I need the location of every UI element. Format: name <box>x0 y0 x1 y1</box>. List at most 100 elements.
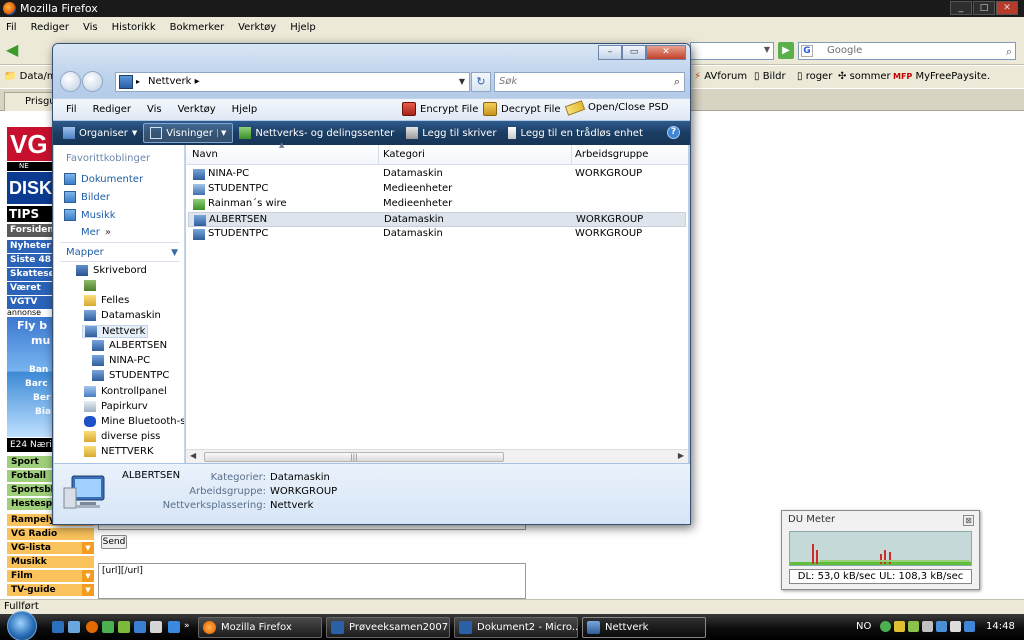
overflow-icon[interactable]: » <box>184 621 196 633</box>
path-chevron-icon[interactable]: ▸ <box>136 73 140 91</box>
back-arrow-icon[interactable]: ◀ <box>6 42 22 58</box>
tree-item[interactable]: Kontrollpanel <box>84 386 167 397</box>
forward-button[interactable] <box>82 71 103 92</box>
menu-file[interactable]: Fil <box>6 22 17 33</box>
search-icon[interactable]: ⌕ <box>1006 44 1012 60</box>
go-button[interactable]: ▶ <box>778 42 794 59</box>
favorite-music[interactable]: Musikk <box>64 209 116 221</box>
menu-tools[interactable]: Verktøy <box>170 104 224 115</box>
e24-link[interactable]: E24 Næring <box>7 438 54 452</box>
horizontal-scrollbar[interactable]: ◀ ||| ▶ <box>186 449 688 463</box>
service-link[interactable]: VG Radio <box>7 528 94 541</box>
menu-history[interactable]: Historikk <box>112 22 156 33</box>
network-center-button[interactable]: Nettverks- og delingssenter <box>233 123 400 143</box>
tree-item[interactable]: diverse piss <box>84 431 160 442</box>
maximize-button[interactable]: ▭ <box>622 45 646 60</box>
tray-icon[interactable] <box>922 621 933 632</box>
list-item[interactable]: NINA-PC Datamaskin WORKGROUP <box>188 167 686 182</box>
bookmark-item[interactable]: ▯ roger <box>797 71 832 82</box>
du-meter-widget[interactable]: DU Meter ⊠ DL: 53,0 kB/sec UL: 108,3 kB/… <box>781 510 980 590</box>
favorite-pictures[interactable]: Bilder <box>64 191 110 203</box>
add-wireless-button[interactable]: Legg til en trådløs enhet <box>502 123 648 143</box>
menu-view[interactable]: Vis <box>139 104 170 115</box>
menu-view[interactable]: Vis <box>83 22 98 33</box>
bookmark-item[interactable]: ✣ sommer <box>838 71 891 82</box>
nav-link[interactable]: Nyheter <box>7 240 54 253</box>
app-icon[interactable] <box>150 621 162 633</box>
service-link[interactable]: TV-guide ▼ <box>7 584 94 597</box>
chevron-down-icon[interactable]: ▼ <box>171 248 178 258</box>
scroll-right-arrow-icon[interactable]: ▶ <box>678 451 684 460</box>
google-icon[interactable]: G <box>801 45 813 57</box>
start-button[interactable] <box>4 611 40 640</box>
service-link[interactable]: VG-lista ▼ <box>7 542 94 555</box>
send-button[interactable]: Send <box>101 535 127 549</box>
network-tray-icon[interactable] <box>936 621 947 632</box>
menu-help[interactable]: Hjelp <box>224 104 266 115</box>
volume-icon[interactable] <box>950 621 961 632</box>
clock[interactable]: 14:48 <box>986 621 1015 632</box>
list-item[interactable]: STUDENTPC Medieenheter <box>188 182 686 197</box>
list-item[interactable]: Rainman´s wire Medieenheter <box>188 197 686 212</box>
tray-icon[interactable] <box>894 621 905 632</box>
search-icon[interactable]: ⌕ <box>674 73 680 91</box>
open-close-psd-action[interactable]: Open/Close PSD <box>564 99 669 116</box>
column-name[interactable]: Navn <box>192 149 218 160</box>
tree-item[interactable]: Felles <box>84 295 129 306</box>
language-indicator[interactable]: NO <box>856 621 871 632</box>
scroll-thumb[interactable]: ||| <box>204 452 504 462</box>
menu-edit[interactable]: Rediger <box>85 104 139 115</box>
favorite-documents[interactable]: Dokumenter <box>64 173 143 185</box>
menu-edit[interactable]: Rediger <box>31 22 69 33</box>
search-field[interactable]: Søk ⌕ <box>494 72 685 92</box>
help-icon[interactable]: ? <box>667 126 680 139</box>
taskbar-task[interactable]: Dokument2 - Micro... <box>454 617 578 638</box>
encrypt-file-action[interactable]: Encrypt File <box>402 102 478 116</box>
folders-header[interactable]: Mapper <box>66 247 104 258</box>
tree-item[interactable]: Skrivebord <box>76 265 147 276</box>
column-workgroup[interactable]: Arbeidsgruppe <box>575 149 648 160</box>
dropdown-arrow-icon[interactable]: ▼ <box>82 570 94 582</box>
tree-item[interactable]: NETTVERK <box>84 446 154 457</box>
messenger-icon[interactable] <box>102 621 114 633</box>
dropdown-arrow-icon[interactable]: ▼ <box>82 542 94 554</box>
section-link[interactable]: Sport <box>7 456 54 469</box>
section-link[interactable]: Sportsbl <box>7 484 54 497</box>
menu-tools[interactable]: Verktøy <box>238 22 276 33</box>
app-icon[interactable] <box>168 621 180 633</box>
bookmark-item[interactable]: ⚡ AVforum <box>694 71 747 82</box>
refresh-button[interactable]: ↻ <box>471 72 491 92</box>
bookmark-item[interactable]: ▯ Bildr <box>754 71 786 82</box>
nav-link[interactable]: Siste 48 t <box>7 254 54 267</box>
app-icon[interactable] <box>118 621 130 633</box>
list-item[interactable]: STUDENTPC Datamaskin WORKGROUP <box>188 227 686 242</box>
tips-logo[interactable]: TIPS <box>7 206 54 222</box>
menu-bookmarks[interactable]: Bokmerker <box>170 22 224 33</box>
back-button[interactable] <box>60 71 81 92</box>
advertisement[interactable]: Fly b mu Ban Barc Ber Bia <box>7 317 54 437</box>
app-icon[interactable] <box>134 621 146 633</box>
menu-file[interactable]: Fil <box>53 104 85 115</box>
tree-item[interactable]: ALBERTSEN <box>92 340 167 351</box>
favorites-more[interactable]: Mer» <box>81 227 111 238</box>
address-path[interactable]: Nettverk ▸ <box>148 76 200 87</box>
taskbar-task[interactable]: Prøveeksamen2007 ... <box>326 617 450 638</box>
bookmark-item[interactable]: MFP MyFreePaysite. <box>893 71 990 82</box>
section-link[interactable]: Fotball <box>7 470 54 483</box>
message-textarea[interactable]: [url][/url] <box>98 563 526 599</box>
web-search-field[interactable]: G Google ⌕ <box>798 42 1016 60</box>
minimize-button[interactable]: – <box>598 45 622 60</box>
minimize-button[interactable]: _ <box>950 1 972 15</box>
switch-windows-icon[interactable] <box>68 621 80 633</box>
tree-item[interactable]: STUDENTPC <box>92 370 169 381</box>
close-icon[interactable]: ⊠ <box>963 515 974 526</box>
tree-item[interactable]: Papirkurv <box>84 401 148 412</box>
firefox-icon[interactable] <box>86 621 98 633</box>
scroll-left-arrow-icon[interactable]: ◀ <box>190 451 196 460</box>
tree-item[interactable]: Datamaskin <box>84 310 161 321</box>
views-button[interactable]: Visninger ▼ <box>143 123 234 143</box>
chevron-down-icon[interactable]: ▼ <box>459 73 465 91</box>
add-printer-button[interactable]: Legg til skriver <box>400 123 502 143</box>
tree-item[interactable] <box>84 280 101 291</box>
nav-link[interactable]: Skattesø <box>7 268 54 281</box>
